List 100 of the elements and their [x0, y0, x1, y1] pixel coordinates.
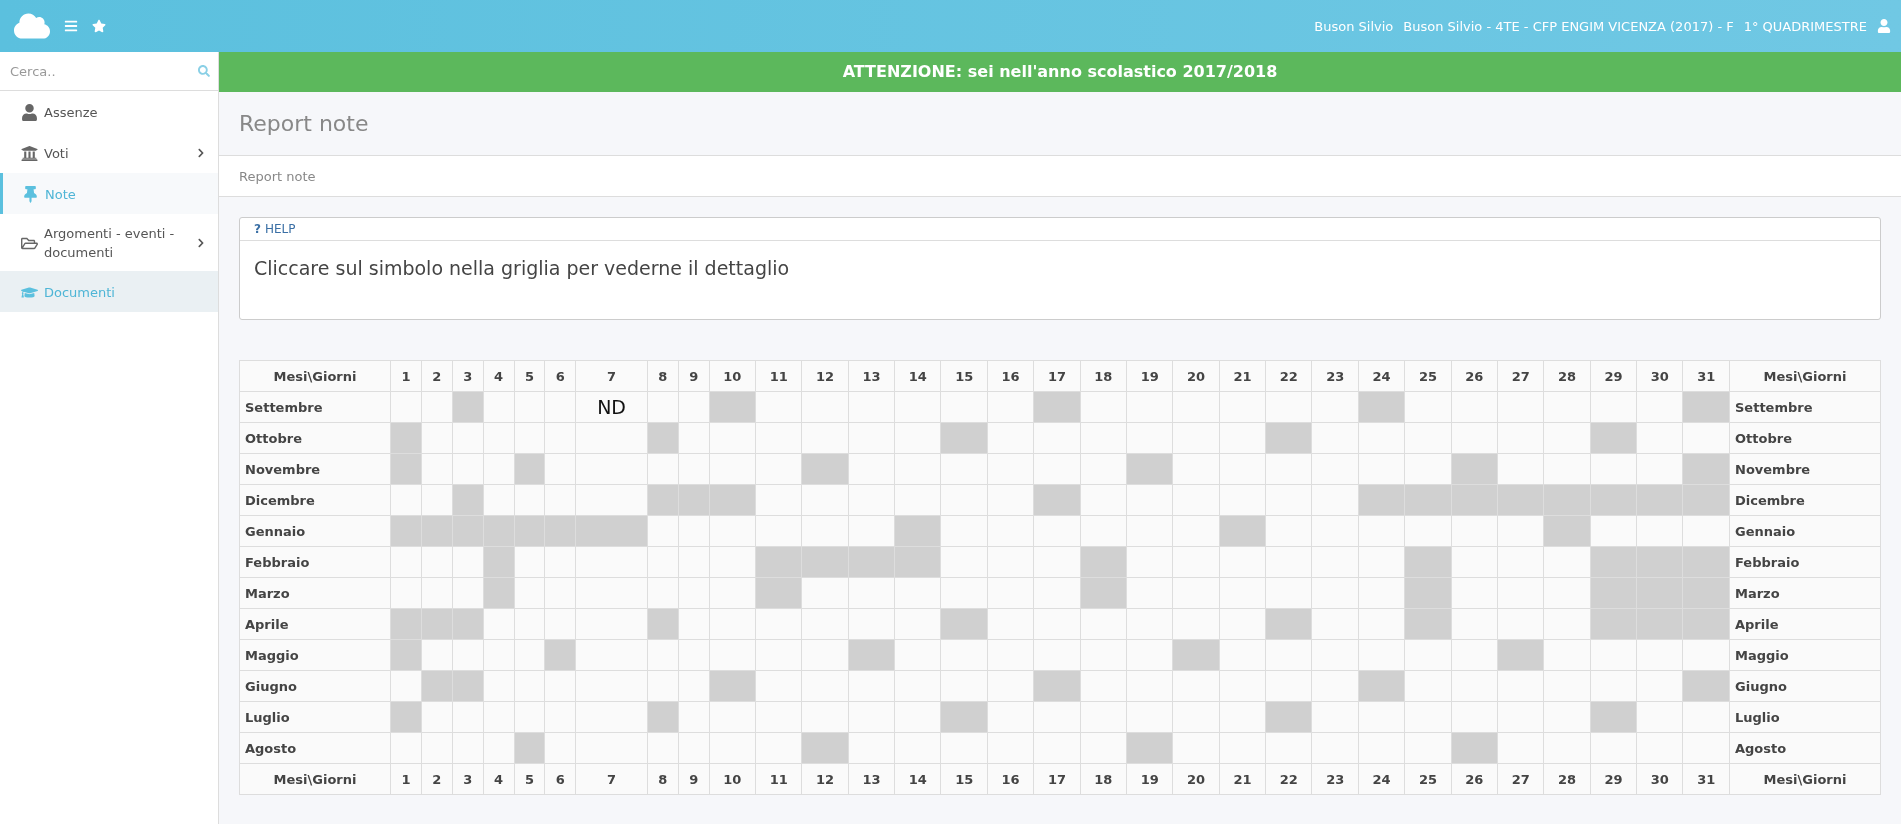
- table-header: 8: [647, 763, 679, 795]
- month-cell: Settembre: [1729, 391, 1881, 423]
- table-header: 22: [1265, 763, 1312, 795]
- month-cell: Ottobre: [1729, 422, 1881, 454]
- table-header: 11: [755, 360, 802, 392]
- table-header: 29: [1590, 360, 1637, 392]
- help-icon: ?: [254, 222, 261, 236]
- table-header: 9: [678, 360, 710, 392]
- table-header: 30: [1636, 360, 1683, 392]
- table-header: 2: [421, 763, 453, 795]
- menu-icon[interactable]: [64, 19, 78, 33]
- table-header: 3: [452, 763, 484, 795]
- table-header: Mesi\Giorni: [1729, 360, 1881, 392]
- month-cell: Giugno: [239, 670, 391, 702]
- table-header: 2: [421, 360, 453, 392]
- search-icon[interactable]: [198, 65, 210, 77]
- table-header: 4: [483, 763, 514, 795]
- month-cell: Ottobre: [239, 422, 391, 454]
- sidebar-item-label: Documenti: [44, 283, 116, 302]
- month-cell: Luglio: [1729, 701, 1881, 733]
- table-header: 13: [848, 763, 895, 795]
- sidebar-item-label: Note: [45, 185, 77, 204]
- month-cell: Novembre: [1729, 453, 1881, 485]
- table-header: 10: [709, 360, 756, 392]
- table-header: 20: [1172, 360, 1220, 392]
- table-header: 10: [709, 763, 756, 795]
- table-header: 1: [390, 360, 422, 392]
- table-header: 23: [1312, 360, 1359, 392]
- note-cell[interactable]: ND: [575, 391, 648, 423]
- month-cell: Maggio: [239, 639, 391, 671]
- table-header: 5: [514, 763, 545, 795]
- table-header: 22: [1265, 360, 1312, 392]
- table-header: 6: [544, 763, 576, 795]
- table-header: 9: [678, 763, 710, 795]
- table-header: 15: [941, 360, 988, 392]
- table-header: 16: [987, 763, 1034, 795]
- table-header: 17: [1033, 763, 1081, 795]
- table-header: Mesi\Giorni: [1729, 763, 1881, 795]
- month-cell: Marzo: [239, 577, 391, 609]
- month-cell: Settembre: [239, 391, 391, 423]
- table-header: 18: [1080, 360, 1127, 392]
- table-header: 12: [801, 763, 849, 795]
- table-header: 17: [1033, 360, 1081, 392]
- table-header: 23: [1312, 763, 1359, 795]
- user-name: Buson Silvio: [1314, 18, 1394, 34]
- star-icon[interactable]: [92, 19, 106, 33]
- table-header: 21: [1219, 763, 1266, 795]
- table-header: 24: [1358, 763, 1405, 795]
- warning-banner: ATTENZIONE: sei nell'anno scolastico 2017/2018: [219, 52, 1901, 92]
- table-header: 6: [544, 360, 576, 392]
- table-header: 15: [941, 763, 988, 795]
- table-header: 7: [575, 360, 648, 392]
- table-header: 29: [1590, 763, 1637, 795]
- table-header: Mesi\Giorni: [239, 763, 391, 795]
- month-cell: Aprile: [239, 608, 391, 640]
- table-header: 13: [848, 360, 895, 392]
- month-cell: Gennaio: [239, 515, 391, 547]
- table-header: 28: [1543, 360, 1591, 392]
- table-header: 14: [894, 360, 941, 392]
- table-header: 14: [894, 763, 941, 795]
- table-header: 5: [514, 360, 545, 392]
- table-header: 4: [483, 360, 514, 392]
- table-header: 27: [1497, 763, 1544, 795]
- chevron-right-icon: [196, 238, 206, 248]
- table-header: 19: [1126, 360, 1173, 392]
- user-icon[interactable]: [1877, 19, 1891, 33]
- month-cell: Novembre: [239, 453, 391, 485]
- period-label: 1° QUADRIMESTRE: [1743, 18, 1867, 34]
- table-header: 30: [1636, 763, 1683, 795]
- table-header: 18: [1080, 763, 1127, 795]
- help-title: HELP: [264, 222, 296, 236]
- month-cell: Febbraio: [239, 546, 391, 578]
- sidebar-item-label: Assenze: [44, 103, 99, 122]
- table-header: 16: [987, 360, 1034, 392]
- sidebar-item-label: Voti: [44, 144, 70, 163]
- table-header: 27: [1497, 360, 1544, 392]
- month-cell: Luglio: [239, 701, 391, 733]
- month-cell: Dicembre: [1729, 484, 1881, 516]
- table-header: 12: [801, 360, 849, 392]
- table-header: 8: [647, 360, 679, 392]
- table-header: 21: [1219, 360, 1266, 392]
- table-header: 25: [1404, 763, 1452, 795]
- sidebar-item-label: Argomenti - eventi - documenti: [44, 225, 176, 262]
- user-icon: [21, 103, 38, 121]
- table-header: 19: [1126, 763, 1173, 795]
- table-header: 26: [1451, 763, 1498, 795]
- pushpin-icon: [22, 185, 39, 203]
- columns-building-icon: [21, 144, 38, 162]
- table-header: 25: [1404, 360, 1452, 392]
- month-cell: Febbraio: [1729, 546, 1881, 578]
- table-header: 24: [1358, 360, 1405, 392]
- month-cell: Dicembre: [239, 484, 391, 516]
- table-header: 20: [1172, 763, 1220, 795]
- month-cell: Giugno: [1729, 670, 1881, 702]
- help-text: Cliccare sul simbolo nella griglia per vederne il dettaglio: [253, 256, 791, 281]
- month-cell: Aprile: [1729, 608, 1881, 640]
- month-cell: Marzo: [1729, 577, 1881, 609]
- table-header: 1: [390, 763, 422, 795]
- breadcrumb: Report note: [219, 156, 1901, 197]
- table-header: 31: [1683, 360, 1730, 392]
